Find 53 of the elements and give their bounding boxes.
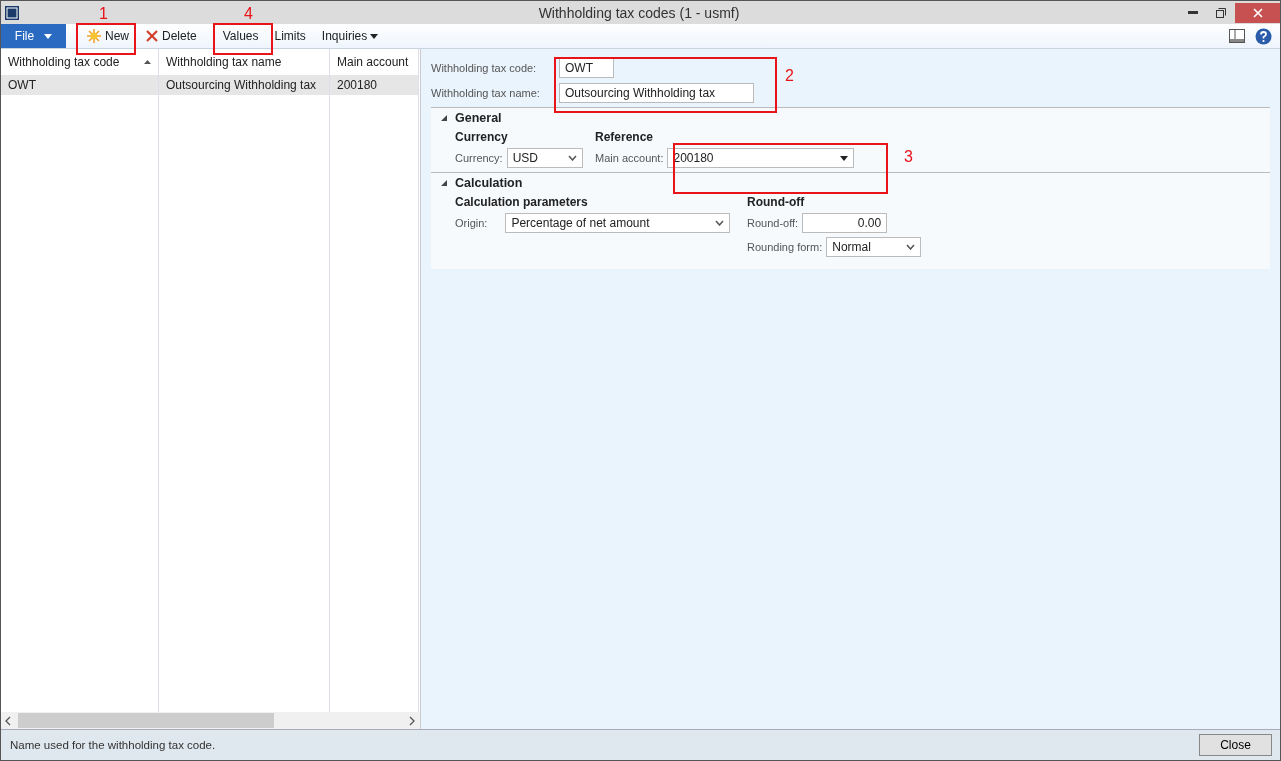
delete-icon bbox=[145, 29, 159, 43]
toolbar-button[interactable]: Limits bbox=[266, 24, 314, 48]
field-label: Rounding form: bbox=[747, 241, 823, 253]
input-field[interactable]: Normal bbox=[826, 237, 922, 257]
callout-number: 3 bbox=[904, 148, 913, 166]
input-field[interactable]: 200180 bbox=[667, 148, 855, 168]
app-icon bbox=[5, 5, 19, 20]
status-text: Name used for the withholding tax code. bbox=[10, 739, 216, 751]
field-label: Withholding tax code: bbox=[431, 61, 538, 74]
toolbar-button[interactable]: Values bbox=[214, 24, 267, 48]
input-field[interactable]: Outsourcing Withholding tax bbox=[559, 82, 754, 103]
table-cell[interactable]: Outsourcing Withholding tax bbox=[159, 75, 330, 95]
callout-number: 4 bbox=[244, 5, 253, 23]
group-title: Currency bbox=[455, 130, 509, 144]
panel-icon[interactable] bbox=[1229, 29, 1245, 43]
toolbar-button[interactable]: New bbox=[78, 24, 137, 48]
input-field[interactable]: 0.00 bbox=[802, 213, 888, 233]
chevron-icon bbox=[567, 155, 577, 161]
input-field[interactable]: OWT bbox=[559, 57, 614, 78]
close-button[interactable]: Close bbox=[1199, 734, 1272, 756]
help-icon[interactable] bbox=[1255, 27, 1272, 45]
callout-box bbox=[213, 23, 273, 55]
group-title: Reference bbox=[595, 130, 655, 144]
input-field[interactable]: Percentage of net amount bbox=[505, 213, 731, 233]
field-label: Origin: bbox=[455, 217, 488, 229]
callout-number: 1 bbox=[99, 5, 108, 23]
chevron-icon bbox=[715, 220, 725, 226]
field-label: Main account: bbox=[595, 152, 664, 164]
collapse-icon[interactable] bbox=[441, 180, 447, 186]
input-field[interactable]: USD bbox=[506, 148, 583, 168]
field-label: Currency: bbox=[455, 152, 503, 164]
caret-icon bbox=[44, 33, 53, 39]
callout-box bbox=[76, 23, 136, 55]
table-cell[interactable]: 200180 bbox=[330, 75, 419, 95]
chevron-icon bbox=[906, 244, 916, 250]
sun-icon bbox=[86, 28, 102, 44]
group-title: Calculation parameters bbox=[455, 195, 589, 209]
group-title: Round-off bbox=[747, 195, 806, 209]
caret-icon bbox=[840, 155, 849, 161]
table-cell[interactable]: OWT bbox=[1, 75, 159, 95]
scrollbar-thumb[interactable] bbox=[18, 713, 274, 728]
toolbar-button[interactable]: Delete bbox=[137, 24, 205, 48]
collapse-icon[interactable] bbox=[441, 115, 447, 121]
section-title[interactable]: Calculation bbox=[455, 176, 523, 190]
field-label: Withholding tax name: bbox=[431, 86, 541, 99]
field-label: Round-off: bbox=[747, 217, 799, 229]
window-title: Withholding tax codes (1 - usmf) bbox=[537, 4, 740, 21]
toolbar-button[interactable]: Inquiries bbox=[313, 24, 387, 48]
file-tab[interactable]: File bbox=[1, 24, 66, 48]
callout-number: 2 bbox=[785, 67, 794, 85]
sort-icon bbox=[144, 60, 151, 64]
section-title[interactable]: General bbox=[455, 111, 502, 125]
caret-icon bbox=[370, 33, 379, 39]
